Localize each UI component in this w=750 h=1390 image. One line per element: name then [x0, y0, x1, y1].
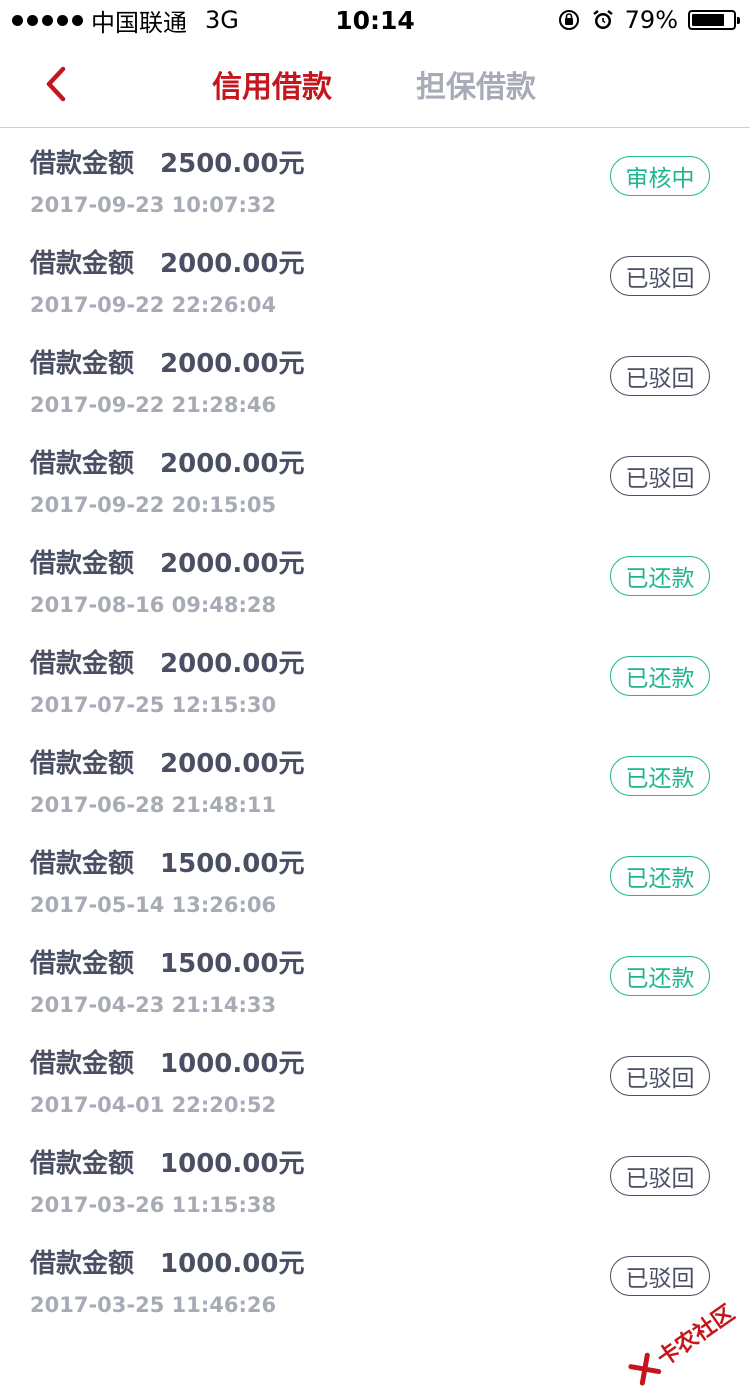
loan-amount-row: 借款金额 2000.00元	[30, 243, 304, 280]
loan-amount-label: 借款金额	[30, 1149, 135, 1179]
loan-amount-row: 借款金额 1500.00元	[30, 943, 304, 980]
loan-row[interactable]: 借款金额 2000.00元 2017-08-16 09:48:28 已还款	[0, 529, 750, 629]
loan-date: 2017-09-23 10:07:32	[30, 193, 277, 217]
battery-percentage: 79%	[624, 6, 678, 34]
loan-amount-value: 1000.00元	[160, 1049, 305, 1079]
alarm-icon	[592, 10, 613, 29]
loan-row[interactable]: 借款金额 1500.00元 2017-05-14 13:26:06 已还款	[0, 829, 750, 929]
status-badge: 已还款	[610, 656, 710, 696]
loan-amount-row: 借款金额 2000.00元	[30, 643, 304, 680]
loan-date: 2017-08-16 09:48:28	[30, 593, 277, 617]
loan-amount-row: 借款金额 1500.00元	[30, 843, 304, 880]
loan-row[interactable]: 借款金额 2000.00元 2017-09-22 20:15:05 已驳回	[0, 429, 750, 529]
rotation-lock-icon	[558, 10, 579, 30]
loan-date: 2017-06-28 21:48:11	[30, 793, 277, 817]
loan-row[interactable]: 借款金额 1000.00元 2017-03-25 11:46:26 已驳回	[0, 1229, 750, 1329]
loan-date: 2017-03-26 11:15:38	[30, 1193, 277, 1217]
loan-amount-label: 借款金额	[30, 749, 135, 779]
loan-amount-value: 1500.00元	[160, 849, 305, 879]
status-badge: 已还款	[610, 856, 710, 896]
status-badge: 已驳回	[610, 1156, 710, 1196]
loan-amount-label: 借款金额	[30, 1049, 135, 1079]
loan-amount-value: 2000.00元	[160, 249, 305, 279]
loan-amount-value: 1500.00元	[160, 949, 305, 979]
loan-amount-value: 2000.00元	[160, 349, 305, 379]
loan-amount-row: 借款金额 1000.00元	[30, 1243, 304, 1280]
loan-amount-row: 借款金额 2000.00元	[30, 543, 304, 580]
loan-amount-value: 2000.00元	[160, 549, 305, 579]
loan-amount-value: 1000.00元	[160, 1249, 305, 1279]
loan-amount-value: 1000.00元	[160, 1149, 305, 1179]
loan-amount-row: 借款金额 1000.00元	[30, 1143, 304, 1180]
status-badge: 已还款	[610, 956, 710, 996]
status-badge: 审核中	[610, 156, 710, 196]
loan-amount-label: 借款金额	[30, 1249, 135, 1279]
battery-icon	[688, 10, 740, 30]
loan-amount-label: 借款金额	[30, 149, 135, 179]
status-badge: 已还款	[610, 756, 710, 796]
loan-row[interactable]: 借款金额 1500.00元 2017-04-23 21:14:33 已还款	[0, 929, 750, 1029]
loan-amount-row: 借款金额 2000.00元	[30, 443, 304, 480]
status-right: 79%	[557, 0, 740, 40]
tab-guarantee-loan[interactable]: 担保借款	[416, 40, 536, 128]
loan-date: 2017-09-22 22:26:04	[30, 293, 277, 317]
back-button[interactable]	[36, 62, 76, 106]
loan-amount-row: 借款金额 2500.00元	[30, 143, 304, 180]
loan-date: 2017-09-22 21:28:46	[30, 393, 277, 417]
loan-list: 借款金额 2500.00元 2017-09-23 10:07:32 审核中 借款金额 20…	[0, 129, 750, 1329]
loan-row[interactable]: 借款金额 2000.00元 2017-06-28 21:48:11 已还款	[0, 729, 750, 829]
chevron-left-icon	[46, 66, 66, 102]
loan-row[interactable]: 借款金额 1000.00元 2017-03-26 11:15:38 已驳回	[0, 1129, 750, 1229]
loan-amount-value: 2000.00元	[160, 749, 305, 779]
loan-row[interactable]: 借款金额 2500.00元 2017-09-23 10:07:32 审核中	[0, 129, 750, 229]
loan-amount-value: 2500.00元	[160, 149, 305, 179]
loan-amount-row: 借款金额 2000.00元	[30, 343, 304, 380]
loan-amount-label: 借款金额	[30, 549, 135, 579]
status-bar: 中国联通 3G 10:14 79%	[0, 0, 750, 40]
nav-bar: 信用借款 担保借款	[0, 40, 750, 128]
status-badge: 已驳回	[610, 456, 710, 496]
loan-date: 2017-07-25 12:15:30	[30, 693, 277, 717]
loan-amount-row: 借款金额 2000.00元	[30, 743, 304, 780]
loan-amount-label: 借款金额	[30, 249, 135, 279]
status-badge: 已驳回	[610, 1056, 710, 1096]
loan-row[interactable]: 借款金额 2000.00元 2017-07-25 12:15:30 已还款	[0, 629, 750, 729]
loan-row[interactable]: 借款金额 2000.00元 2017-09-22 22:26:04 已驳回	[0, 229, 750, 329]
loan-amount-label: 借款金额	[30, 849, 135, 879]
loan-date: 2017-09-22 20:15:05	[30, 493, 277, 517]
tab-credit-loan[interactable]: 信用借款	[212, 40, 332, 128]
loan-amount-value: 2000.00元	[160, 649, 305, 679]
loan-amount-label: 借款金额	[30, 949, 135, 979]
loan-date: 2017-04-23 21:14:33	[30, 993, 277, 1017]
status-badge: 已驳回	[610, 256, 710, 296]
loan-date: 2017-04-01 22:20:52	[30, 1093, 277, 1117]
loan-date: 2017-03-25 11:46:26	[30, 1293, 277, 1317]
loan-amount-label: 借款金额	[30, 449, 135, 479]
loan-row[interactable]: 借款金额 1000.00元 2017-04-01 22:20:52 已驳回	[0, 1029, 750, 1129]
status-badge: 已驳回	[610, 1256, 710, 1296]
loan-amount-value: 2000.00元	[160, 449, 305, 479]
status-badge: 已还款	[610, 556, 710, 596]
loan-row[interactable]: 借款金额 2000.00元 2017-09-22 21:28:46 已驳回	[0, 329, 750, 429]
loan-date: 2017-05-14 13:26:06	[30, 893, 277, 917]
loan-amount-label: 借款金额	[30, 649, 135, 679]
loan-amount-row: 借款金额 1000.00元	[30, 1043, 304, 1080]
loan-amount-label: 借款金额	[30, 349, 135, 379]
status-badge: 已驳回	[610, 356, 710, 396]
